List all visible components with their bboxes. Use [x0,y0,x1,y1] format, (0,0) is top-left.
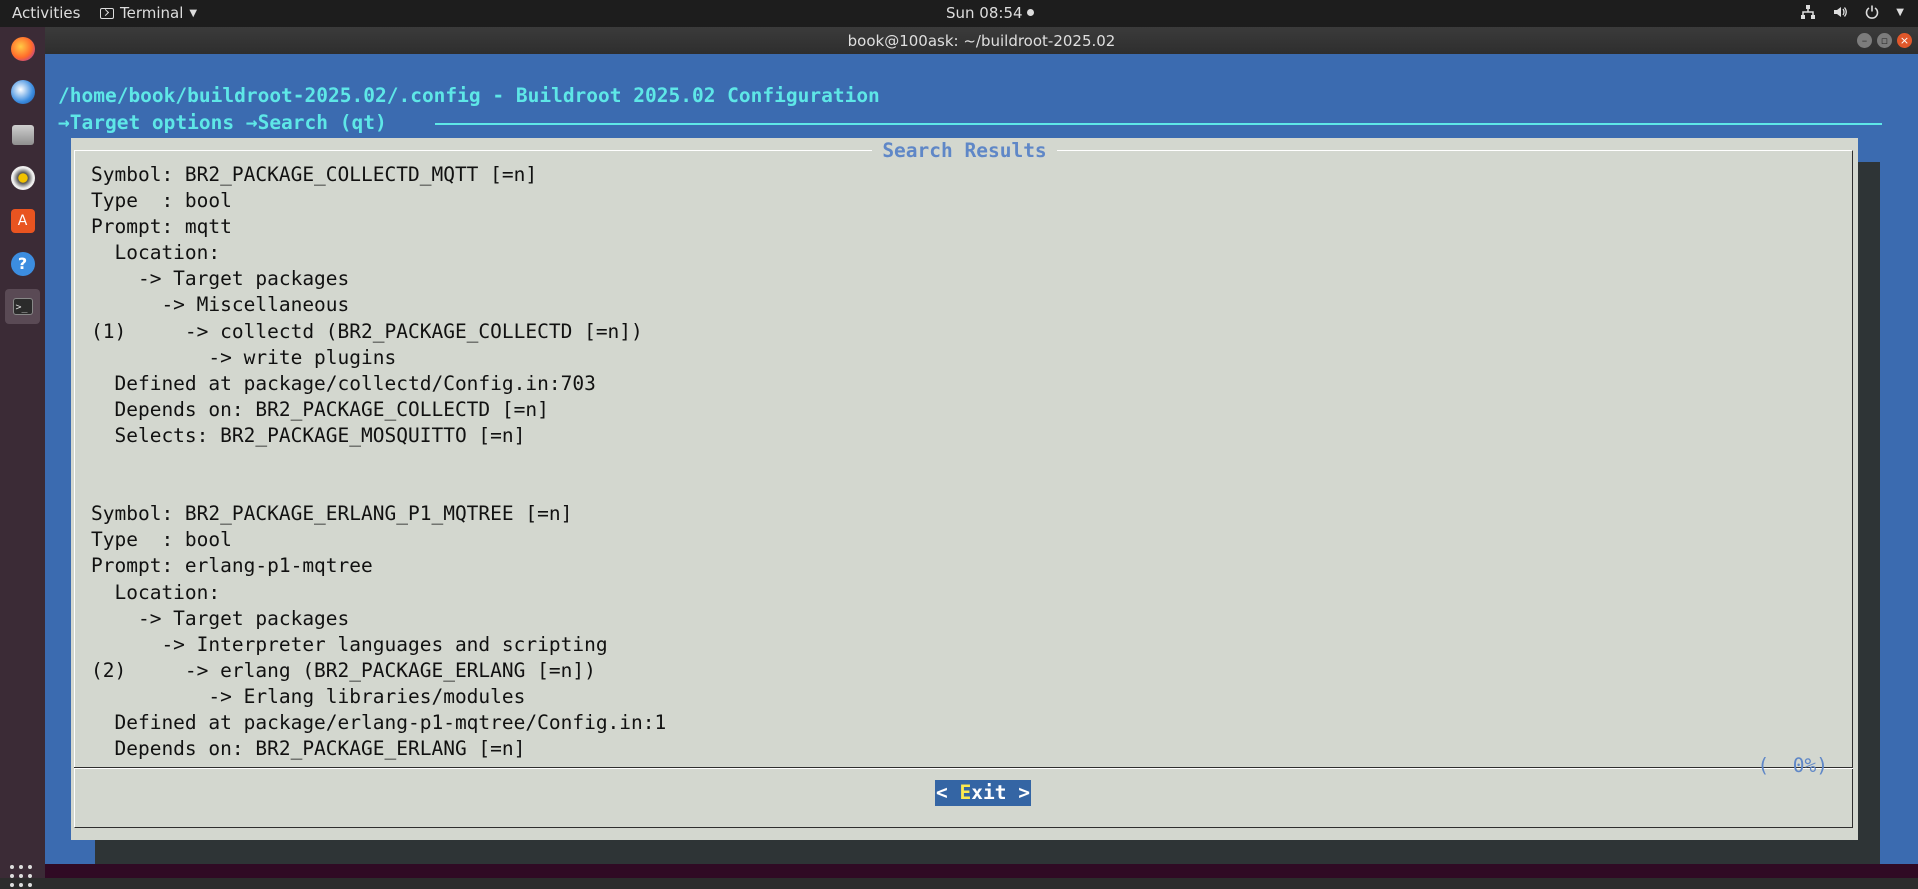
result-line: Location: [91,580,221,604]
dock-files[interactable] [5,117,40,152]
dialog-title: Search Results [872,139,1057,162]
header-rule [435,123,1882,125]
notification-dot-icon [1026,9,1034,16]
help-icon: ? [10,251,35,276]
volume-icon [1834,7,1848,17]
terminal-app-icon [100,7,114,19]
result-line: -> write plugins [91,345,397,369]
result-line: -> Interpreter languages and scripting [91,632,608,656]
rhythmbox-icon [10,165,35,190]
exit-button-prefix: < [936,781,960,804]
files-icon [11,124,34,145]
software-icon: A [10,208,35,233]
search-results-text[interactable]: Symbol: BR2_PACKAGE_COLLECTD_MQTT [=n] T… [91,162,666,762]
result-line [91,449,666,475]
dock: A ? >_ [0,27,45,887]
menu-breadcrumb: →Target options →Search (qt) [58,111,387,134]
config-path-header: /home/book/buildroot-2025.02/.config - B… [58,84,880,107]
window-title: book@100ask: ~/buildroot-2025.02 [847,32,1116,50]
result-line: Prompt: mqtt [91,215,232,239]
window-titlebar[interactable]: book@100ask: ~/buildroot-2025.02 – ▫ × [45,27,1918,54]
dialog-title-row: Search Results [71,138,1858,164]
terminal-area[interactable]: /home/book/buildroot-2025.02/.config - B… [45,54,1918,878]
result-line: Depends on: BR2_PACKAGE_COLLECTD [=n] [91,397,549,421]
minimize-icon[interactable]: – [1857,33,1872,48]
dock-thunderbird[interactable] [5,74,40,109]
search-results-dialog: Search Results Symbol: BR2_PACKAGE_COLLE… [71,138,1858,840]
exit-button-rest: xit > [971,781,1030,804]
terminal-bottom-strip [45,864,1918,878]
result-line: -> Miscellaneous [91,293,350,317]
dock-rhythmbox[interactable] [5,160,40,195]
button-divider [74,767,1853,769]
result-line: -> Erlang libraries/modules [91,684,526,708]
dock-terminal[interactable]: >_ [5,289,40,324]
result-line: Type : bool [91,189,232,213]
result-line: Defined at package/collectd/Config.in:70… [91,371,596,395]
dock-firefox[interactable] [5,31,40,66]
network-icon [1801,5,1816,19]
result-line: Type : bool [91,528,232,552]
result-line: (2) -> erlang (BR2_PACKAGE_ERLANG [=n]) [91,658,596,682]
result-line: Depends on: BR2_PACKAGE_ERLANG [=n] [91,737,526,761]
result-line: Selects: BR2_PACKAGE_MOSQUITTO [=n] [91,423,526,447]
activities-button[interactable]: Activities [12,4,80,22]
result-line: Symbol: BR2_PACKAGE_COLLECTD_MQTT [=n] [91,163,538,186]
result-line: (1) -> collectd (BR2_PACKAGE_COLLECTD [=… [91,319,643,343]
gnome-top-bar: Activities Terminal ▼ Sun 08:54 ▼ [0,0,1918,27]
result-line: Prompt: erlang-p1-mqtree [91,554,373,578]
result-line: Location: [91,241,221,265]
system-tray[interactable]: ▼ [1800,4,1904,20]
dock-software[interactable]: A [5,203,40,238]
show-applications-icon[interactable] [10,865,34,889]
exit-button[interactable]: < Exit > [935,780,1031,806]
result-line: -> Target packages [91,606,350,630]
power-icon [1866,5,1879,19]
scroll-percentage: ( 0%) [1757,754,1828,777]
window-controls: – ▫ × [1857,33,1912,48]
maximize-icon[interactable]: ▫ [1877,33,1892,48]
dock-help[interactable]: ? [5,246,40,281]
result-line [91,475,666,501]
result-line: Symbol: BR2_PACKAGE_ERLANG_P1_MQTREE [=n… [91,502,573,526]
clock[interactable]: Sun 08:54 [946,4,1034,22]
terminal-window: book@100ask: ~/buildroot-2025.02 – ▫ × /… [45,27,1918,878]
exit-hotkey-letter: E [959,781,972,804]
app-menu[interactable]: Terminal ▼ [100,4,197,22]
tray-caret-down-icon: ▼ [1896,6,1904,18]
terminal-icon: >_ [12,298,33,315]
app-menu-label: Terminal [120,4,184,22]
firefox-icon [10,36,35,61]
close-icon[interactable]: × [1897,33,1912,48]
caret-down-icon: ▼ [189,7,198,19]
result-line: -> Target packages [91,267,350,291]
thunderbird-icon [10,79,35,104]
clock-label: Sun 08:54 [946,4,1023,22]
result-line: Defined at package/erlang-p1-mqtree/Conf… [91,710,667,734]
